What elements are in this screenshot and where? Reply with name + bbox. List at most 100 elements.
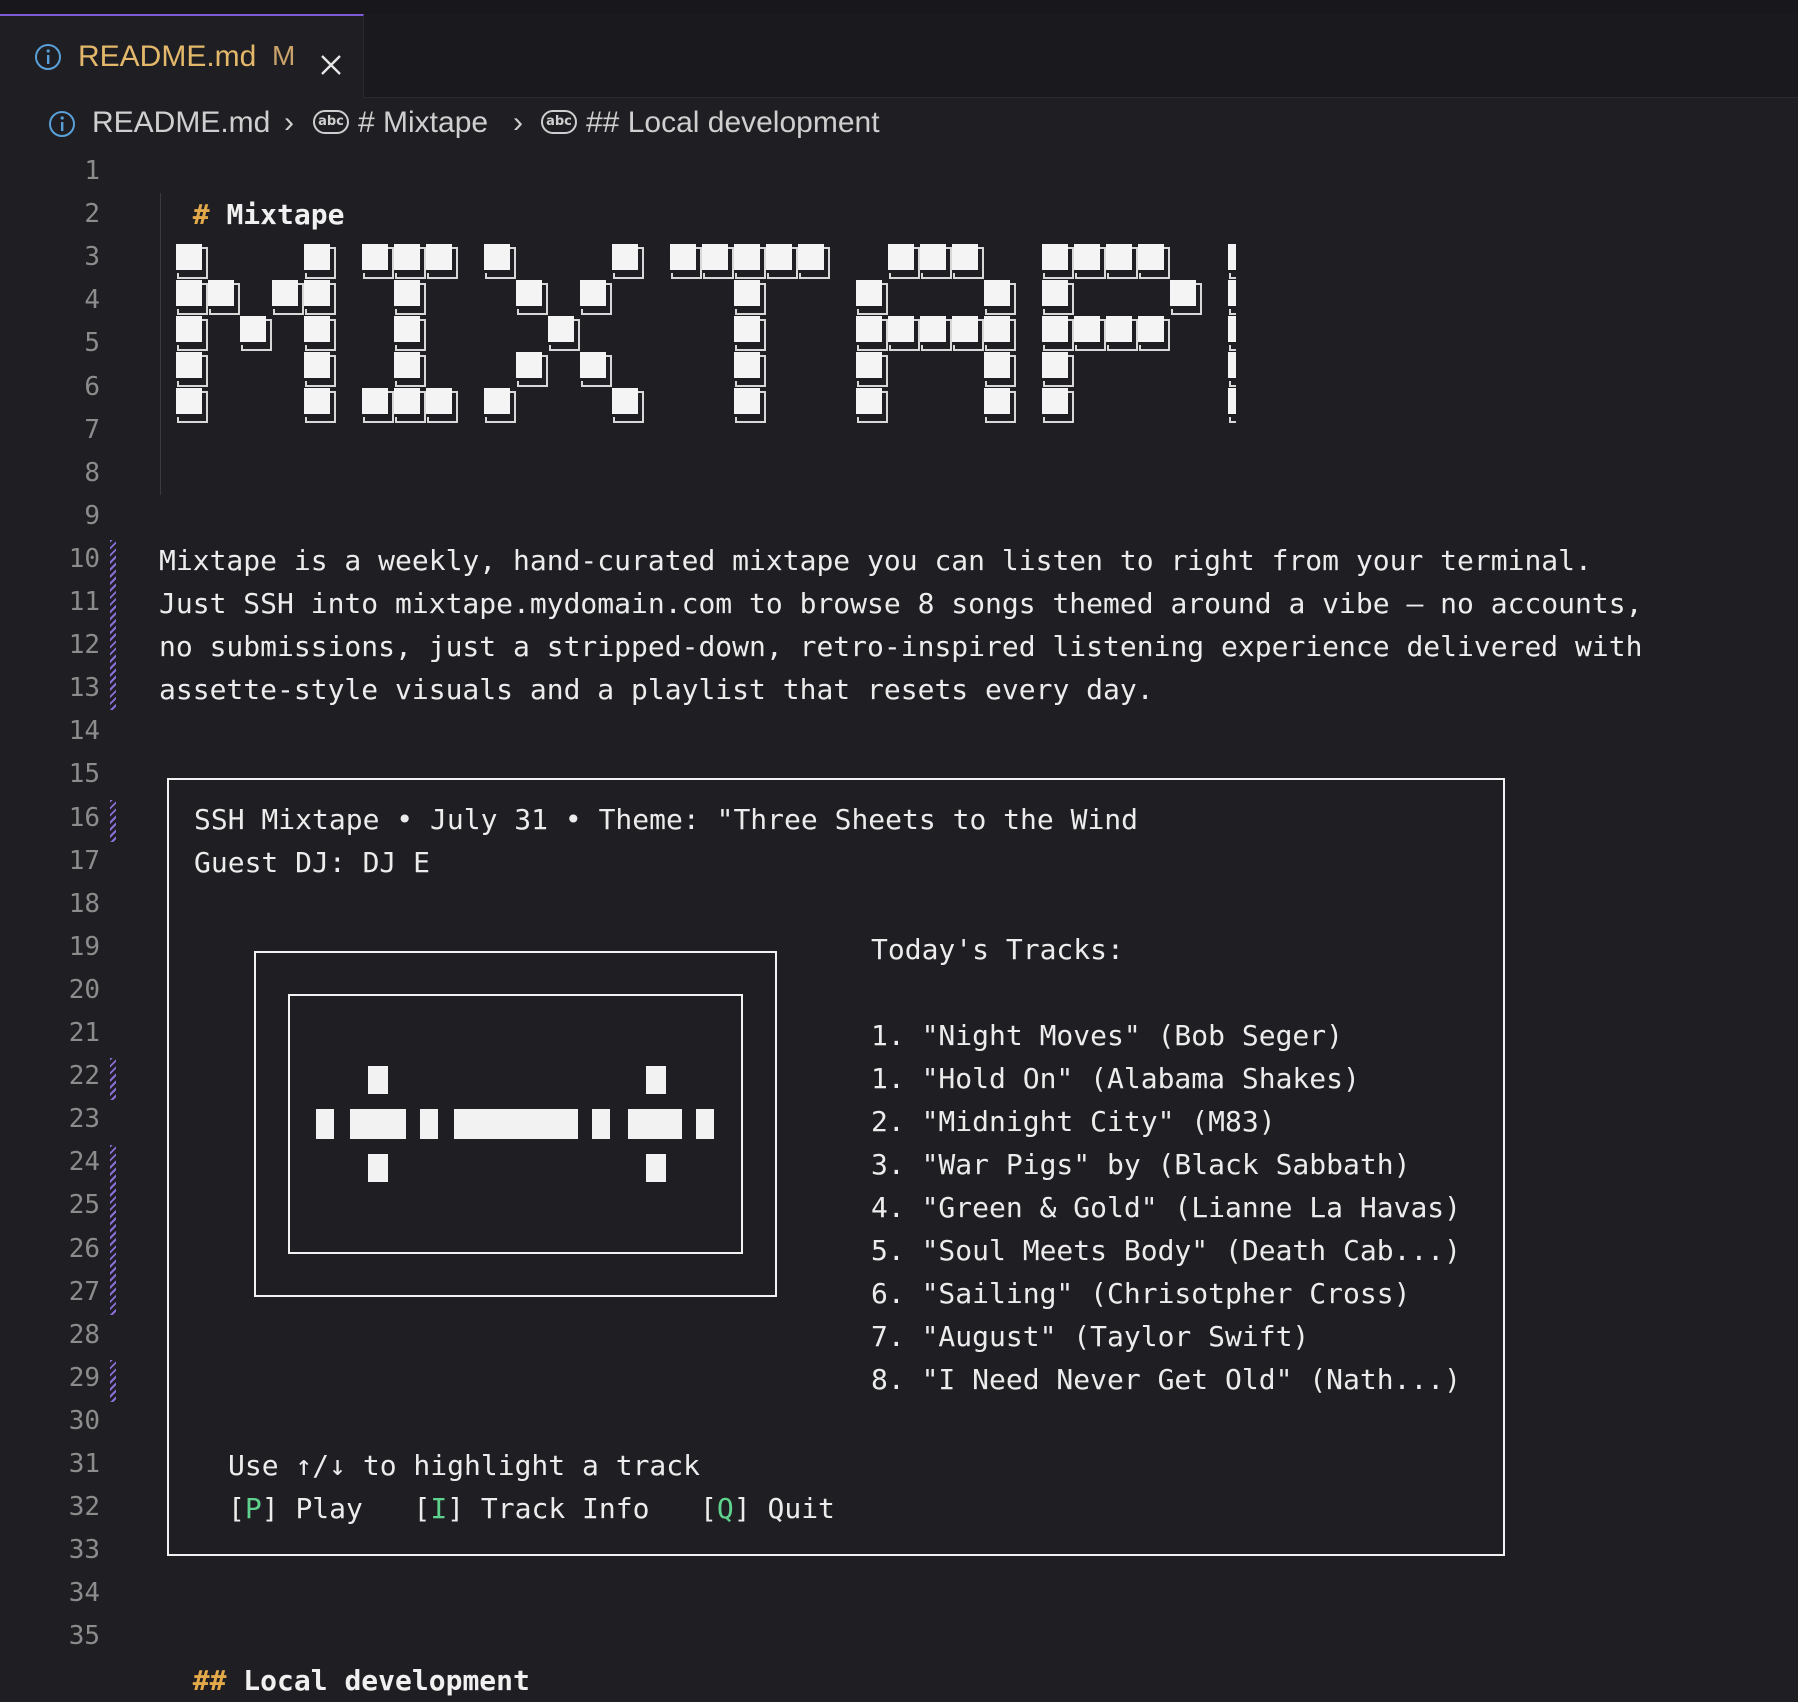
banner-pixel: [240, 316, 266, 342]
banner-pixel: [670, 244, 696, 270]
line-number: 7: [84, 414, 100, 445]
quit-label[interactable]: Quit: [767, 1492, 834, 1525]
breadcrumb-file[interactable]: README.md: [92, 106, 270, 140]
track-item[interactable]: 5. "Soul Meets Body" (Death Cab...): [871, 1229, 1461, 1272]
banner-pixel: [734, 280, 760, 306]
heading-line[interactable]: ## Local development: [159, 1616, 530, 1702]
banner-pixel: [484, 244, 510, 270]
track-item[interactable]: 2. "Midnight City" (M83): [871, 1100, 1276, 1143]
banner-pixel: [1074, 316, 1100, 342]
banner-pixel: [856, 352, 882, 378]
line-number: 24: [68, 1147, 100, 1178]
heading-text: Local development: [243, 1664, 530, 1697]
line-number: 30: [68, 1405, 100, 1436]
chevron-right-icon: ›: [284, 106, 294, 139]
tab-bar: README.md M: [0, 14, 1798, 98]
banner-pixel: [304, 388, 330, 414]
line-number: 8: [84, 457, 100, 488]
banner-pixel: [888, 244, 914, 270]
description-line[interactable]: assette-style visuals and a playlist tha…: [159, 668, 1154, 711]
line-number: 6: [84, 371, 100, 402]
line-number: 31: [68, 1449, 100, 1479]
banner-pixel: [176, 280, 202, 306]
close-icon[interactable]: [320, 54, 342, 76]
line-number: 17: [68, 845, 100, 876]
line-number: 32: [68, 1492, 100, 1523]
banner-pixel: [1074, 244, 1100, 270]
breadcrumb-section-mixtape[interactable]: # Mixtape: [358, 106, 488, 140]
banner-pixel: [176, 388, 202, 414]
banner-pixel: [702, 244, 728, 270]
banner-pixel: [304, 280, 330, 306]
track-item[interactable]: 3. "War Pigs" by (Black Sabbath): [871, 1143, 1410, 1186]
change-decoration: [110, 1145, 116, 1315]
banner-pixel: [798, 244, 824, 270]
change-decoration: [110, 800, 116, 842]
banner-pixel: [612, 388, 638, 414]
modified-indicator: M: [272, 40, 296, 71]
banner-pixel: [1042, 388, 1068, 414]
line-number: 16: [68, 802, 100, 833]
play-label[interactable]: Play: [295, 1492, 362, 1525]
banner-pixel: [1228, 244, 1236, 270]
track-item[interactable]: 8. "I Need Never Get Old" (Nath...): [871, 1358, 1461, 1401]
line-number: 26: [68, 1233, 100, 1264]
change-decoration: [110, 1058, 116, 1100]
line-number: 9: [84, 500, 100, 531]
banner-pixel: [1228, 280, 1236, 306]
banner-pixel: [984, 388, 1010, 414]
line-number: 27: [68, 1276, 100, 1307]
info-icon: [35, 44, 61, 70]
change-decoration: [110, 1360, 116, 1402]
line-number: 12: [68, 630, 100, 661]
heading-marker: #: [192, 198, 210, 231]
breadcrumb-section-local-dev[interactable]: ## Local development: [586, 106, 880, 140]
track-item[interactable]: 4. "Green & Gold" (Lianne La Havas): [871, 1186, 1461, 1229]
track-item[interactable]: 1. "Hold On" (Alabama Shakes): [871, 1057, 1360, 1100]
track-item[interactable]: 1. "Night Moves" (Bob Seger): [871, 1014, 1343, 1057]
banner-pixel: [516, 280, 542, 306]
description-line[interactable]: Just SSH into mixtape.mydomain.com to br…: [159, 582, 1642, 625]
breadcrumb: README.md › abc # Mixtape › abc ## Local…: [0, 98, 1798, 150]
play-key[interactable]: P: [245, 1492, 262, 1525]
banner-pixel: [984, 352, 1010, 378]
banner-pixel: [1170, 280, 1196, 306]
banner-pixel: [394, 280, 420, 306]
description-line[interactable]: Mixtape is a weekly, hand-curated mixtap…: [159, 539, 1592, 582]
heading-text: Mixtape: [226, 198, 345, 231]
banner-pixel: [272, 280, 298, 306]
help-line: Use ↑/↓ to highlight a track: [228, 1449, 701, 1482]
banner-pixel: [394, 352, 420, 378]
line-number: 35: [68, 1621, 100, 1652]
description-line[interactable]: no submissions, just a stripped-down, re…: [159, 625, 1642, 668]
window-top-strip: [0, 0, 1798, 14]
keys-line: [P] Play [I] Track Info [Q] Quit: [228, 1492, 835, 1525]
banner-pixel: [888, 316, 914, 342]
banner-pixel: [580, 280, 606, 306]
line-number: 23: [68, 1104, 100, 1135]
heading-line[interactable]: # Mixtape: [159, 150, 345, 236]
box-left-border: [167, 800, 169, 1550]
header-line: SSH Mixtape • July 31 • Theme: "Three Sh…: [194, 803, 1139, 836]
cassette-reels-icon: [316, 1066, 714, 1182]
line-number: 11: [68, 587, 100, 617]
track-item[interactable]: 6. "Sailing" (Chrisotpher Cross): [871, 1272, 1410, 1315]
banner-pixel: [734, 388, 760, 414]
banner-pixel: [984, 280, 1010, 306]
banner-pixel: [734, 244, 760, 270]
change-decoration: [110, 540, 116, 710]
tab-readme[interactable]: README.md M: [0, 14, 364, 98]
line-number: 1: [84, 156, 100, 186]
banner-pixel: [176, 244, 202, 270]
banner-pixel: [208, 280, 234, 306]
banner-pixel: [1042, 352, 1068, 378]
banner-pixel: [362, 244, 388, 270]
banner-pixel: [516, 352, 542, 378]
info-label[interactable]: Track Info: [481, 1492, 650, 1525]
symbol-string-icon: abc: [541, 110, 577, 134]
banner-pixel: [856, 280, 882, 306]
track-item[interactable]: 7. "August" (Taylor Swift): [871, 1315, 1309, 1358]
info-key[interactable]: I: [430, 1492, 447, 1525]
quit-key[interactable]: Q: [717, 1492, 734, 1525]
line-number: 25: [68, 1190, 100, 1221]
